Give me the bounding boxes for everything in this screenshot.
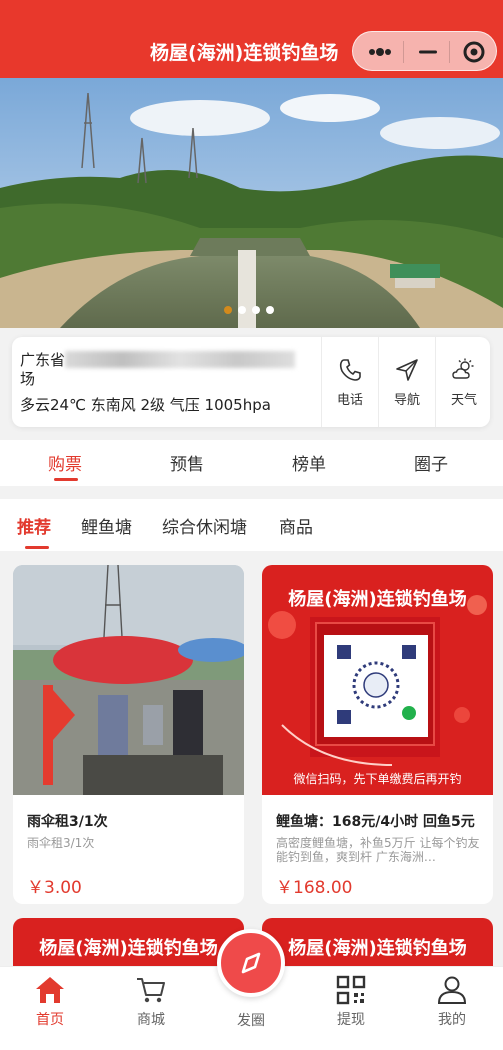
miniprogram-capsule bbox=[352, 31, 497, 71]
address-redacted bbox=[65, 351, 296, 368]
subtab-indicator bbox=[25, 546, 49, 549]
carousel-dot[interactable] bbox=[238, 306, 246, 314]
poster-title: 杨屋(海洲)连锁钓鱼场 bbox=[39, 938, 218, 959]
tab-presale[interactable]: 预售 bbox=[170, 450, 204, 475]
nav-home-label: 首页 bbox=[36, 1012, 64, 1028]
weather-icon bbox=[452, 358, 474, 379]
tab-tickets[interactable]: 购票 bbox=[48, 450, 82, 475]
call-label: 电话 bbox=[336, 392, 363, 408]
weather-label: 天气 bbox=[450, 392, 477, 408]
address-prefix: 广东省 bbox=[20, 351, 66, 369]
category-tabs: 推荐 鲤鱼塘 综合休闲塘 商品 bbox=[0, 499, 503, 551]
product-card[interactable]: 雨伞租3/1次 雨伞租3/1次 ￥3.00 bbox=[13, 565, 244, 904]
product-title: 雨伞租3/1次 bbox=[27, 814, 108, 830]
post-fab-button[interactable] bbox=[217, 929, 285, 997]
weather-summary: 多云24℃ 东南风 2级 气压 1005hpa bbox=[20, 396, 271, 414]
carousel-dot[interactable] bbox=[266, 306, 274, 314]
nav-profile[interactable]: 我的 bbox=[422, 973, 482, 1029]
subtab-goods[interactable]: 商品 bbox=[279, 513, 313, 538]
nav-withdraw-label: 提现 bbox=[337, 1012, 365, 1028]
navigate-button[interactable]: 导航 bbox=[378, 337, 435, 427]
tab-indicator bbox=[54, 478, 78, 481]
product-price: ￥3.00 bbox=[27, 878, 82, 898]
product-card[interactable]: 杨屋(海洲)连锁钓鱼场 微信扫码，先下单缴费后再开钓 鲤鱼塘：168元/4小时 … bbox=[262, 565, 493, 904]
nav-home[interactable]: 首页 bbox=[20, 973, 80, 1029]
banner-image bbox=[0, 78, 503, 328]
address-suffix: 场 bbox=[20, 370, 36, 388]
subtab-leisure-pond[interactable]: 综合休闲塘 bbox=[162, 513, 247, 538]
more-icon[interactable] bbox=[367, 44, 393, 60]
nav-profile-label: 我的 bbox=[438, 1012, 466, 1028]
main-tabs: 购票 预售 榜单 圈子 bbox=[0, 440, 503, 486]
nav-withdraw[interactable]: 提现 bbox=[321, 973, 381, 1029]
cart-icon bbox=[137, 978, 165, 1003]
product-poster: 杨屋(海洲)连锁钓鱼场 微信扫码，先下单缴费后再开钓 bbox=[262, 565, 493, 795]
product-title: 鲤鱼塘：168元/4小时 回鱼5元 bbox=[276, 814, 475, 830]
poster-caption: 微信扫码，先下单缴费后再开钓 bbox=[293, 772, 462, 786]
phone-icon bbox=[339, 358, 361, 381]
poster-title: 杨屋(海洲)连锁钓鱼场 bbox=[288, 938, 467, 959]
carousel-dot[interactable] bbox=[252, 306, 260, 314]
venue-address: 广东省 场 bbox=[20, 351, 320, 389]
call-button[interactable]: 电话 bbox=[321, 337, 378, 427]
navigate-label: 导航 bbox=[393, 392, 420, 408]
product-image bbox=[13, 565, 244, 795]
nav-post-label: 发圈 bbox=[237, 1013, 265, 1029]
carousel-dot[interactable] bbox=[224, 306, 232, 314]
navigate-icon bbox=[396, 358, 418, 381]
close-icon[interactable] bbox=[461, 40, 487, 64]
weather-button[interactable]: 天气 bbox=[435, 337, 492, 427]
tab-ranking[interactable]: 榜单 bbox=[292, 450, 326, 475]
venue-info-card: 广东省 场 多云24℃ 东南风 2级 气压 1005hpa 电话 导航 天气 bbox=[12, 337, 490, 427]
qrcode-icon bbox=[336, 975, 366, 1005]
product-desc: 雨伞租3/1次 bbox=[27, 836, 95, 850]
tab-circle[interactable]: 圈子 bbox=[414, 450, 448, 475]
nav-shop[interactable]: 商城 bbox=[121, 973, 181, 1029]
user-icon bbox=[437, 976, 467, 1004]
home-icon bbox=[36, 977, 64, 1003]
subtab-carp-pond[interactable]: 鲤鱼塘 bbox=[81, 513, 132, 538]
subtab-recommend[interactable]: 推荐 bbox=[17, 513, 51, 538]
page-title: 杨屋(海洲)连锁钓鱼场 bbox=[150, 42, 339, 64]
nav-shop-label: 商城 bbox=[137, 1012, 165, 1028]
top-header: 杨屋(海洲)连锁钓鱼场 bbox=[0, 0, 503, 78]
banner-carousel[interactable] bbox=[0, 78, 503, 328]
poster-title: 杨屋(海洲)连锁钓鱼场 bbox=[288, 589, 467, 610]
compass-icon bbox=[241, 952, 261, 974]
product-price: ￥168.00 bbox=[276, 878, 353, 898]
minimize-icon[interactable] bbox=[415, 44, 441, 60]
product-desc: 高密度鲤鱼塘，补鱼5万斤 让每个钓友能钓到鱼，爽到杆 广东海洲… bbox=[276, 836, 480, 864]
carousel-dots bbox=[224, 306, 274, 314]
